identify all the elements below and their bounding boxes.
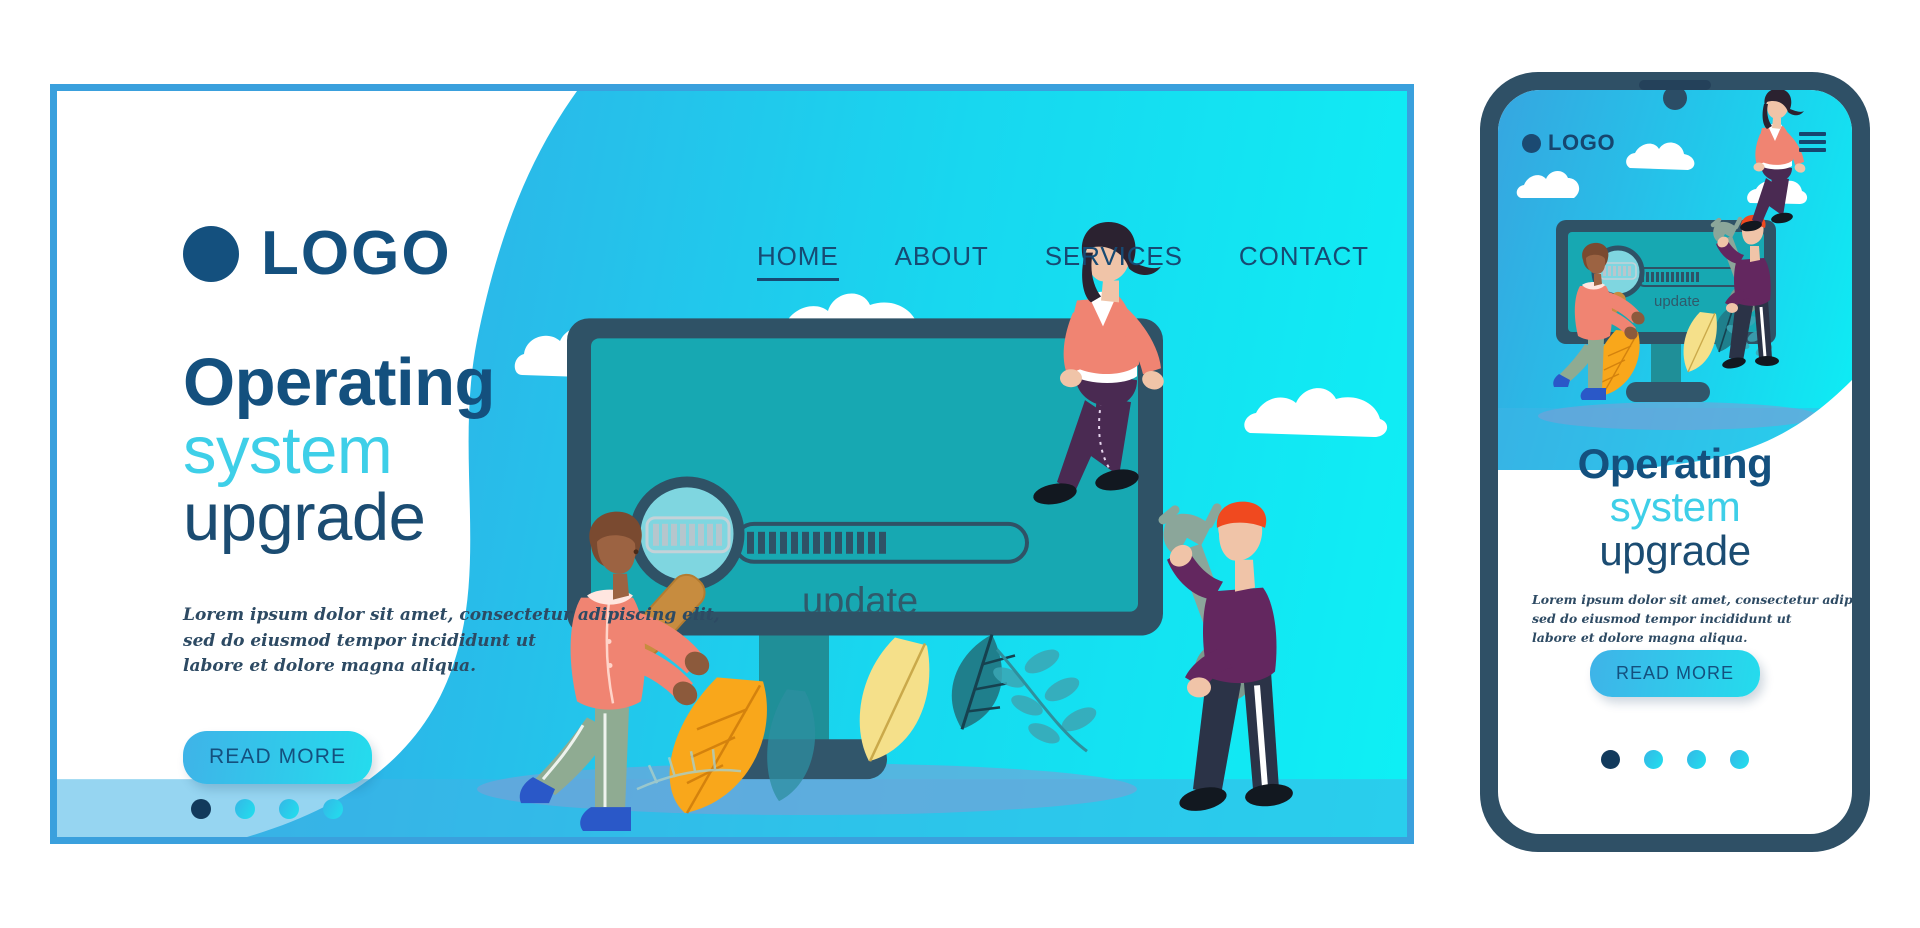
phone-update-label-text: update	[1654, 293, 1700, 310]
phone-read-more-button[interactable]: READ MORE	[1589, 650, 1761, 697]
phone-headline-line-3: upgrade	[1599, 526, 1751, 574]
main-navigation: HOME ABOUT SERVICES CONTACT	[757, 241, 1407, 281]
logo-dot-icon	[183, 226, 239, 282]
phone-lead-line-3: labore et dolore magna aliqua.	[1532, 630, 1748, 645]
phone-wrench-icon	[1710, 216, 1759, 315]
phone-brand-name: LOGO	[1548, 130, 1616, 155]
phone-lead-line-2: sed do eiusmod tempor incididunt ut	[1532, 611, 1792, 626]
cloud-icon-2	[772, 287, 928, 353]
lead-line-1: Lorem ipsum dolor sit amet, consectetur …	[183, 605, 720, 625]
nav-item-home[interactable]: HOME	[757, 241, 839, 281]
page-title: Operating system upgrade	[183, 349, 495, 552]
nav-item-services[interactable]: SERVICES	[1045, 241, 1183, 281]
lead-line-2: sed do eiusmod tempor incididunt ut	[183, 630, 536, 651]
phone-brand-logo[interactable]: LOGO	[1522, 130, 1615, 156]
phone-carousel-dot-3[interactable]	[1687, 750, 1706, 769]
phone-page-title: Operating system upgrade	[1498, 442, 1852, 572]
phone-cloud-icon-2	[1626, 140, 1698, 172]
phone-speaker-notch	[1639, 80, 1711, 90]
headline-line-3: upgrade	[183, 480, 426, 556]
phone-cloud-icon-1	[1516, 168, 1582, 202]
phone-carousel-dots	[1601, 750, 1749, 769]
carousel-dots	[191, 799, 343, 819]
lead-paragraph: Lorem ipsum dolor sit amet, consectetur …	[183, 603, 720, 680]
desktop-canvas: LOGO HOME ABOUT SERVICES CONTACT Operati…	[57, 91, 1407, 837]
cloud-icon-1	[512, 309, 662, 385]
phone-person-right	[1710, 214, 1779, 369]
carousel-dot-3[interactable]	[279, 799, 299, 819]
headline-line-2: system	[183, 412, 393, 488]
phone-hamburger-icon[interactable]	[1799, 132, 1826, 152]
phone-headline-line-1: Operating	[1577, 440, 1773, 487]
nav-item-about[interactable]: ABOUT	[895, 241, 989, 281]
carousel-dot-2[interactable]	[235, 799, 255, 819]
phone-logo-dot-icon	[1522, 133, 1541, 153]
nav-item-contact[interactable]: CONTACT	[1239, 241, 1369, 281]
phone-headline-line-2: system	[1609, 483, 1741, 531]
phone-screen: LOGO update Operating system upgrade Lor…	[1498, 90, 1852, 834]
phone-carousel-dot-4[interactable]	[1730, 750, 1749, 769]
phone-mockup-frame: LOGO update Operating system upgrade Lor…	[1480, 72, 1870, 852]
headline-line-1: Operating	[183, 345, 495, 420]
brand-logo[interactable]: LOGO	[183, 223, 452, 285]
phone-cloud-icon-3	[1746, 178, 1810, 206]
brand-name: LOGO	[261, 219, 452, 288]
lead-line-3: labore et dolore magna aliqua.	[183, 656, 476, 676]
carousel-dot-4[interactable]	[323, 799, 343, 819]
read-more-button[interactable]: READ MORE	[183, 731, 373, 784]
phone-carousel-dot-2[interactable]	[1644, 750, 1663, 769]
phone-lead-line-1: Lorem ipsum dolor sit amet, consectetur …	[1532, 592, 1852, 607]
desktop-mockup-frame: LOGO HOME ABOUT SERVICES CONTACT Operati…	[50, 84, 1414, 844]
carousel-dot-1[interactable]	[191, 799, 211, 819]
cloud-icon-3	[1242, 381, 1392, 441]
phone-person-top	[1740, 90, 1806, 232]
phone-lead-paragraph: Lorem ipsum dolor sit amet, consectetur …	[1532, 590, 1852, 647]
phone-carousel-dot-1[interactable]	[1601, 750, 1620, 769]
phone-magnifier-icon	[1590, 245, 1645, 329]
